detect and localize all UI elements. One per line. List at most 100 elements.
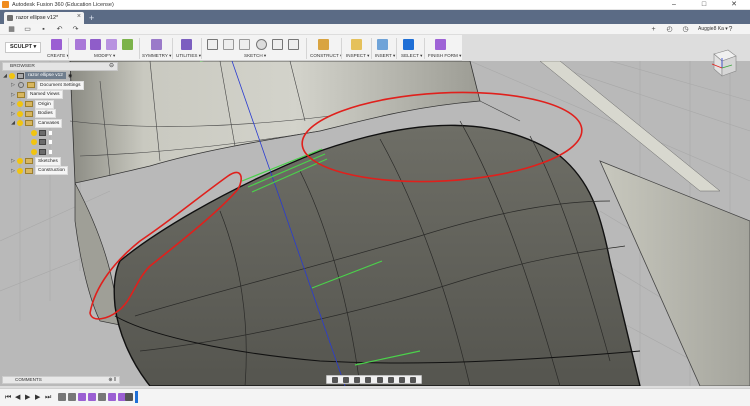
- document-tab[interactable]: razor ellipse v12* ×: [4, 12, 84, 24]
- select-icon[interactable]: [403, 39, 414, 50]
- timeline-feature-canvas[interactable]: [58, 393, 66, 401]
- viewports-icon[interactable]: [410, 376, 417, 383]
- go-to-end-icon[interactable]: ⏭: [45, 394, 51, 401]
- construct-menu[interactable]: CONSTRUCT ▾: [310, 53, 342, 59]
- timeline-feature-form[interactable]: [78, 393, 86, 401]
- redo-icon[interactable]: ↷: [72, 26, 79, 33]
- step-forward-icon[interactable]: ▶: [35, 394, 40, 401]
- file-icon[interactable]: ▭: [24, 26, 31, 33]
- close-window-button[interactable]: ✕: [723, 0, 745, 10]
- select-menu[interactable]: SELECT ▾: [401, 53, 422, 59]
- timeline-marker[interactable]: [135, 391, 138, 403]
- timeline-feature-canvas[interactable]: [98, 393, 106, 401]
- close-tab-button[interactable]: ×: [77, 13, 81, 20]
- canvas-item[interactable]: [2, 128, 118, 138]
- finish-form-menu[interactable]: FINISH FORM ▾: [428, 53, 461, 59]
- viewcube-icon[interactable]: [706, 44, 740, 80]
- browser-collapse-icon[interactable]: ⊖: [109, 63, 114, 70]
- save-icon[interactable]: ▪: [40, 26, 47, 33]
- bulb-icon[interactable]: [31, 129, 37, 136]
- collapse-arrow-icon[interactable]: ◢: [10, 120, 16, 126]
- browser-item-canvases[interactable]: ◢ Canvases: [2, 118, 118, 129]
- browser-item-origin[interactable]: ▷ Origin: [2, 99, 118, 110]
- symmetry-menu[interactable]: SYMMETRY ▾: [142, 53, 171, 59]
- spline-icon[interactable]: [239, 39, 250, 50]
- timeline-feature-form[interactable]: [108, 393, 116, 401]
- browser-root-item[interactable]: ◢ razor ellipse v12 ◉: [2, 71, 118, 81]
- comments-panel[interactable]: COMMENTS ⊕ ‖: [2, 376, 120, 384]
- box-icon[interactable]: [51, 39, 62, 50]
- stop-sketch-icon[interactable]: [288, 39, 299, 50]
- bulb-icon[interactable]: [17, 120, 23, 127]
- activate-icon[interactable]: ◉: [68, 73, 72, 79]
- edit-form-icon[interactable]: [75, 39, 86, 50]
- canvas-item[interactable]: [2, 138, 118, 148]
- utilities-menu[interactable]: UTILITIES ▾: [176, 53, 201, 59]
- modify-menu[interactable]: MODIFY ▾: [94, 53, 115, 59]
- comments-add-icon[interactable]: ⊕ ‖: [108, 377, 116, 383]
- grid-settings-icon[interactable]: [399, 376, 406, 383]
- subdivide-icon[interactable]: [106, 39, 117, 50]
- add-icon[interactable]: +: [650, 26, 657, 33]
- bulb-icon[interactable]: [31, 139, 37, 146]
- new-tab-button[interactable]: +: [89, 12, 94, 24]
- browser-item-named-views[interactable]: ▷ Named Views: [2, 90, 118, 100]
- finish-form-icon[interactable]: [435, 39, 446, 50]
- expand-arrow-icon[interactable]: ▷: [10, 111, 16, 117]
- line-icon[interactable]: [223, 39, 234, 50]
- create-menu[interactable]: CREATE ▾: [47, 53, 69, 59]
- go-to-start-icon[interactable]: ⏮: [5, 394, 11, 401]
- inspect-menu[interactable]: INSPECT ▾: [346, 53, 369, 59]
- zoom-icon[interactable]: [365, 376, 372, 383]
- job-status-icon[interactable]: ◴: [666, 26, 673, 33]
- measure-icon[interactable]: [351, 39, 362, 50]
- circle-icon[interactable]: [256, 39, 267, 50]
- expand-arrow-icon[interactable]: ▷: [10, 82, 16, 88]
- insert-image-icon[interactable]: [377, 39, 388, 50]
- expand-arrow-icon[interactable]: ▷: [10, 168, 16, 174]
- insert-edge-icon[interactable]: [90, 39, 101, 50]
- workspace-switcher[interactable]: SCULPT ▾: [5, 42, 41, 53]
- pull-icon[interactable]: [122, 39, 133, 50]
- timeline-feature-form[interactable]: [88, 393, 96, 401]
- canvas-item[interactable]: [2, 147, 118, 157]
- look-at-icon[interactable]: [342, 376, 349, 383]
- expand-arrow-icon[interactable]: ▷: [10, 101, 16, 107]
- clock-icon[interactable]: ◷: [682, 26, 689, 33]
- create-sketch-icon[interactable]: [207, 39, 218, 50]
- grid-menu-icon[interactable]: ▦: [8, 26, 15, 33]
- bulb-icon[interactable]: [17, 167, 23, 174]
- browser-item-document-settings[interactable]: ▷ Document Settings: [2, 80, 118, 91]
- minimize-button[interactable]: –: [663, 0, 685, 10]
- bulb-icon[interactable]: [17, 101, 23, 108]
- rectangle-icon[interactable]: [272, 39, 283, 50]
- bulb-icon[interactable]: [17, 158, 23, 165]
- maximize-button[interactable]: □: [693, 0, 715, 10]
- mirror-icon[interactable]: [151, 39, 162, 50]
- insert-menu[interactable]: INSERT ▾: [375, 53, 395, 59]
- expand-arrow-icon[interactable]: ▷: [10, 158, 16, 164]
- browser-header[interactable]: BROWSER ⊖: [2, 62, 118, 71]
- orbit-icon[interactable]: [331, 376, 338, 383]
- timeline-feature-sketch[interactable]: [125, 393, 133, 401]
- user-menu[interactable]: Auggie8 Ka ▾: [698, 26, 728, 32]
- bulb-icon[interactable]: [31, 148, 37, 155]
- bulb-icon[interactable]: [9, 72, 15, 79]
- step-back-icon[interactable]: ◀: [15, 394, 20, 401]
- fit-icon[interactable]: [376, 376, 383, 383]
- browser-item-bodies[interactable]: ▷ Bodies: [2, 109, 118, 119]
- collapse-arrow-icon[interactable]: ◢: [2, 73, 8, 79]
- plane-icon[interactable]: [318, 39, 329, 50]
- expand-arrow-icon[interactable]: ▷: [10, 92, 16, 98]
- help-icon[interactable]: ?: [727, 26, 734, 33]
- pan-icon[interactable]: [354, 376, 361, 383]
- utilities-icon[interactable]: [181, 39, 192, 50]
- browser-item-sketches[interactable]: ▷ Sketches: [2, 156, 118, 167]
- display-settings-icon[interactable]: [387, 376, 394, 383]
- play-icon[interactable]: ▶: [25, 394, 30, 401]
- timeline-feature-canvas[interactable]: [68, 393, 76, 401]
- browser-item-construction[interactable]: ▷ Construction: [2, 166, 118, 176]
- sketch-menu[interactable]: SKETCH ▾: [244, 53, 266, 59]
- bulb-icon[interactable]: [17, 110, 23, 117]
- undo-icon[interactable]: ↶: [56, 26, 63, 33]
